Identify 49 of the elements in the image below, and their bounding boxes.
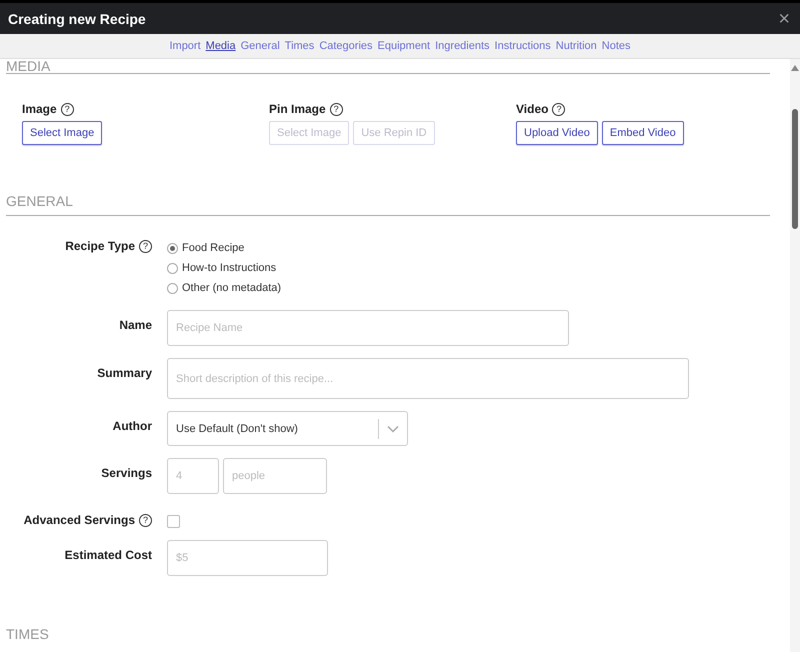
help-icon[interactable]: ?: [60, 102, 74, 116]
media-button[interactable]: Embed Video: [602, 121, 684, 145]
field-label: Image: [22, 102, 57, 116]
servings-amount-field[interactable]: 4: [167, 458, 219, 494]
nav-link[interactable]: Import: [169, 40, 201, 52]
nav-link[interactable]: Ingredients: [435, 40, 490, 52]
radio-button[interactable]: [167, 282, 178, 294]
help-icon[interactable]: ?: [139, 240, 152, 252]
field-label: Estimated Cost: [64, 548, 152, 562]
window-title: Creating new Recipe: [8, 10, 146, 26]
media-button[interactable]: Select Image: [22, 121, 102, 145]
field-label: Author: [112, 419, 152, 433]
nav-link[interactable]: General: [240, 40, 280, 52]
media-button[interactable]: Upload Video: [516, 121, 598, 145]
field-label: Summary: [97, 366, 152, 380]
nav-link[interactable]: Media: [206, 40, 236, 52]
nav-link[interactable]: Times: [284, 40, 314, 52]
text-field[interactable]: Recipe Name: [167, 310, 569, 346]
field-label: Pin Image: [269, 102, 326, 116]
section-heading: MEDIA: [6, 59, 770, 74]
nav-link[interactable]: Categories: [319, 40, 373, 52]
text-field[interactable]: Short description of this recipe...: [167, 358, 689, 399]
help-icon[interactable]: ?: [330, 102, 343, 116]
nav-link[interactable]: Equipment: [378, 40, 430, 52]
close-button[interactable]: ×: [776, 8, 792, 28]
scrollbar-thumb[interactable]: [792, 109, 798, 229]
radio-button[interactable]: [167, 242, 178, 254]
nav-link[interactable]: Nutrition: [556, 40, 597, 52]
help-icon[interactable]: ?: [552, 102, 566, 116]
help-icon[interactable]: ?: [139, 514, 152, 526]
radio-button[interactable]: [167, 262, 178, 274]
checkbox[interactable]: [167, 515, 180, 528]
radio-label[interactable]: Food Recipe: [182, 242, 244, 254]
field-label: Video: [516, 102, 548, 116]
scroll-up-icon[interactable]: [791, 65, 799, 71]
nav-link[interactable]: Notes: [602, 40, 631, 52]
field-label: Advanced Servings: [24, 513, 135, 527]
field-label: Recipe Type: [65, 239, 135, 253]
section-heading: TIMES: [6, 626, 50, 644]
author-dropdown[interactable]: Use Default (Don't show): [167, 411, 408, 446]
radio-label[interactable]: Other (no metadata): [182, 282, 282, 294]
field-label: Servings: [101, 466, 152, 480]
servings-unit-field[interactable]: people: [223, 458, 327, 494]
text-field[interactable]: $5: [167, 540, 328, 576]
nav-link[interactable]: Instructions: [494, 40, 551, 52]
field-label: Name: [119, 318, 152, 332]
section-heading: GENERAL: [6, 193, 770, 216]
chevron-down-icon: [387, 424, 399, 432]
radio-label[interactable]: How-to Instructions: [182, 262, 276, 274]
